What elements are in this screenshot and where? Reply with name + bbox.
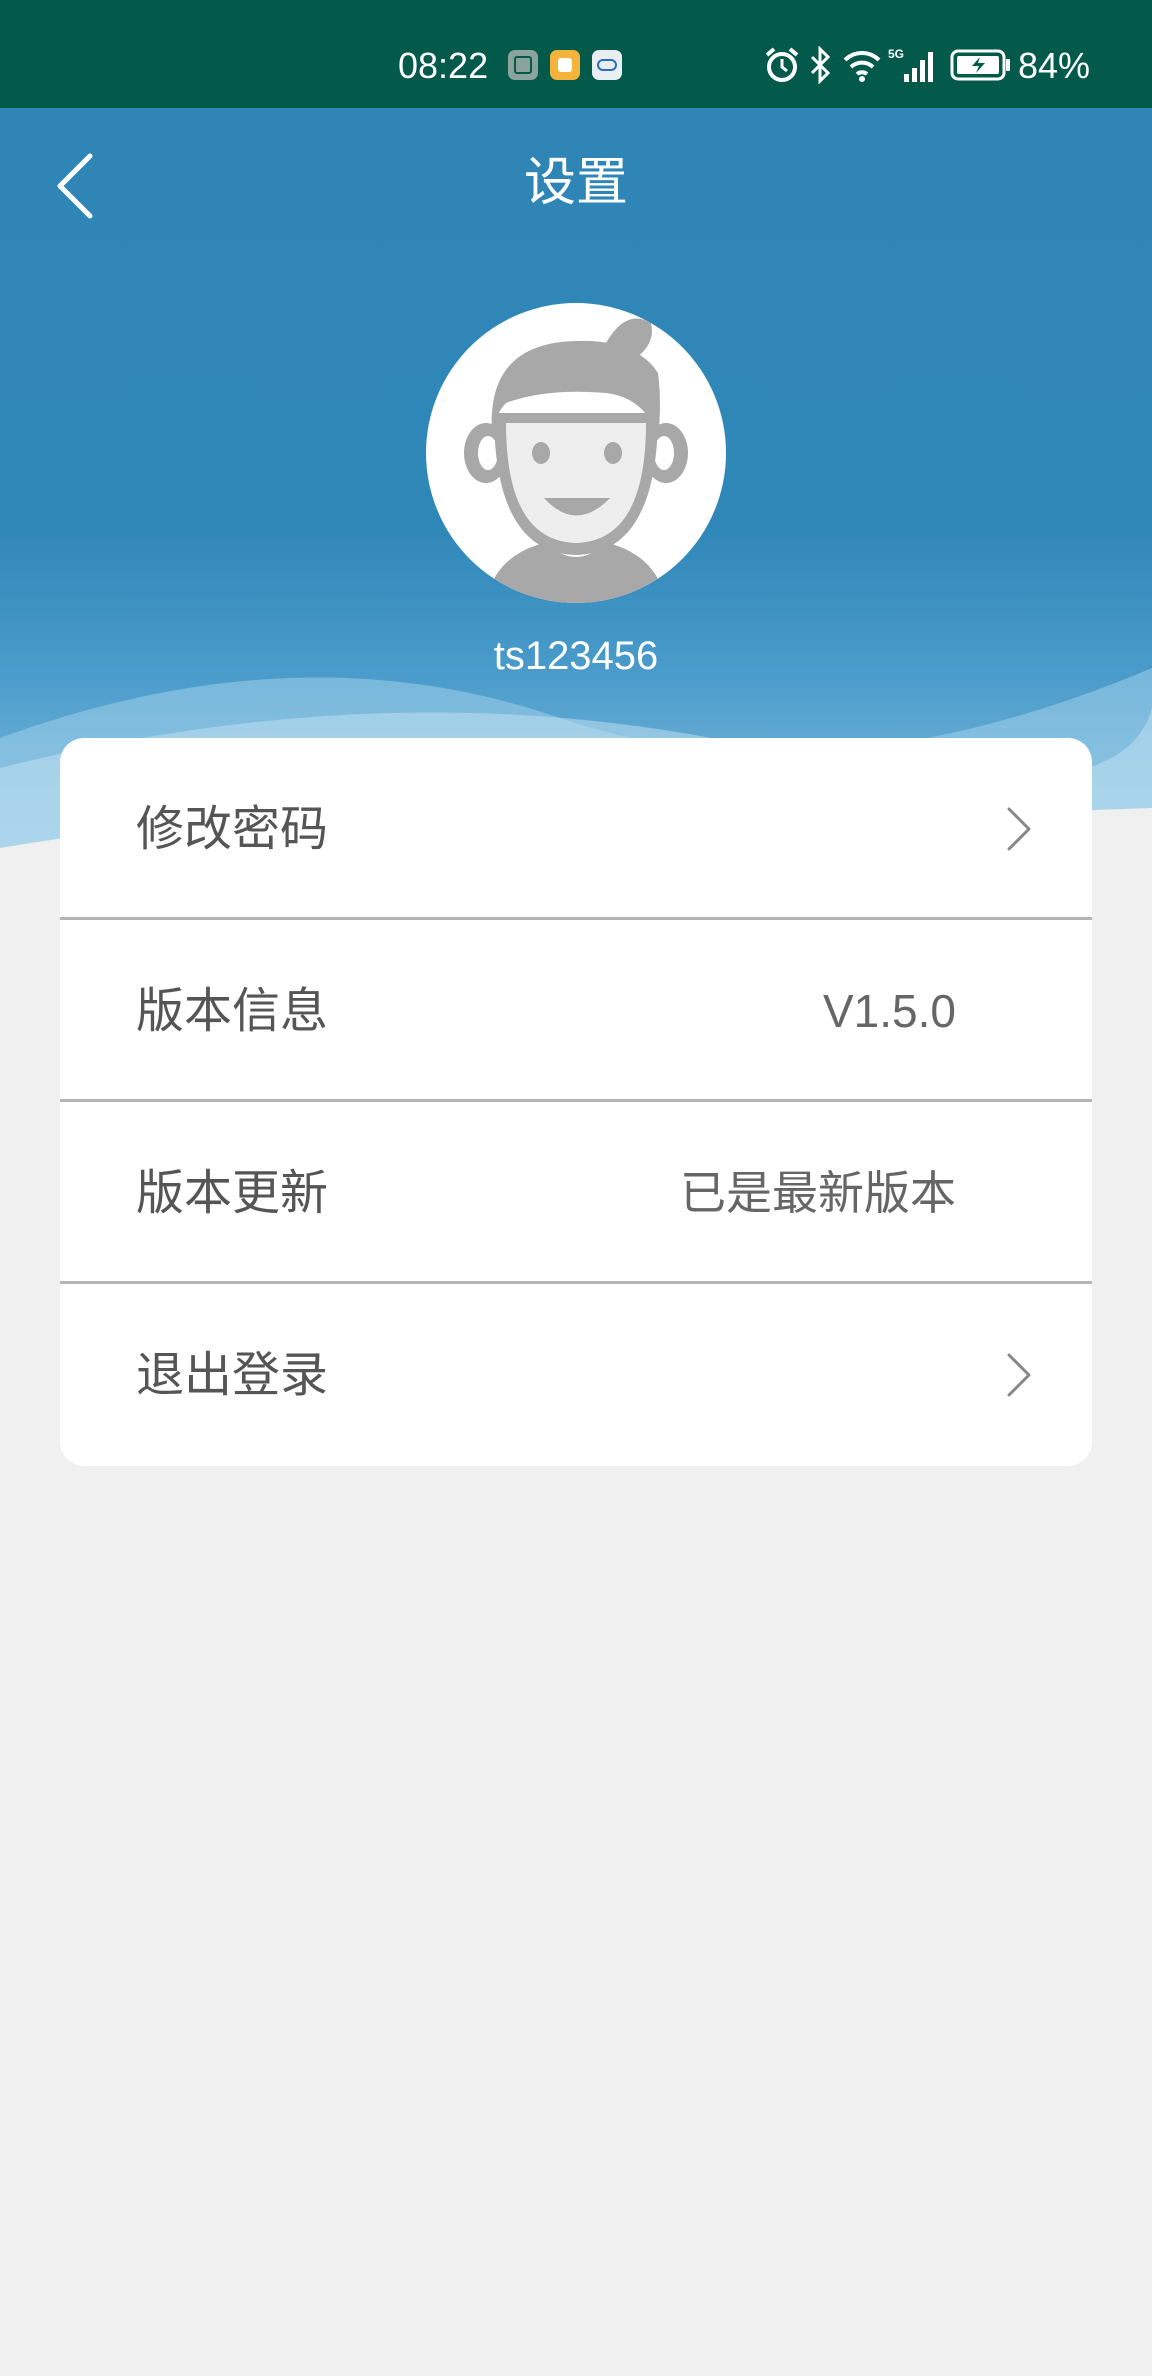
settings-card: 修改密码 版本信息 V1.5.0 版本更新 已是最新版本 退出登录	[60, 738, 1092, 1466]
logout-row[interactable]: 退出登录	[60, 1284, 1092, 1466]
battery-charging-icon	[950, 49, 1010, 81]
username: ts123456	[493, 634, 659, 678]
version-info-row[interactable]: 版本信息 V1.5.0	[60, 920, 1092, 1102]
alarm-icon	[765, 47, 799, 82]
version-info-label: 版本信息	[136, 983, 329, 1039]
status-time: 08:22	[398, 45, 489, 86]
logout-label: 退出登录	[136, 1347, 329, 1403]
battery-percent: 84%	[1018, 45, 1091, 86]
wifi-icon	[843, 50, 881, 82]
cartoon-man-avatar-icon	[464, 318, 688, 603]
version-update-row[interactable]: 版本更新 已是最新版本	[60, 1102, 1092, 1284]
hmos-app-icon	[508, 50, 538, 80]
update-status: 已是最新版本	[680, 1166, 956, 1220]
bluetooth-icon	[810, 46, 831, 84]
version-number: V1.5.0	[823, 985, 956, 1037]
status-bar: 08:22 5G 84%	[0, 0, 1152, 108]
avatar[interactable]	[426, 303, 726, 603]
svg-text:5G: 5G	[888, 47, 904, 61]
shopping-bag-app-icon	[550, 50, 580, 80]
page-title: 设置	[523, 153, 628, 213]
change-password-label: 修改密码	[136, 801, 329, 857]
version-update-label: 版本更新	[136, 1165, 329, 1221]
iflytek-app-icon	[592, 50, 622, 80]
5g-signal-icon: 5G	[888, 47, 933, 82]
change-password-row[interactable]: 修改密码	[60, 738, 1092, 920]
chevron-right-icon	[1007, 1353, 1031, 1397]
chevron-right-icon	[1007, 807, 1031, 851]
